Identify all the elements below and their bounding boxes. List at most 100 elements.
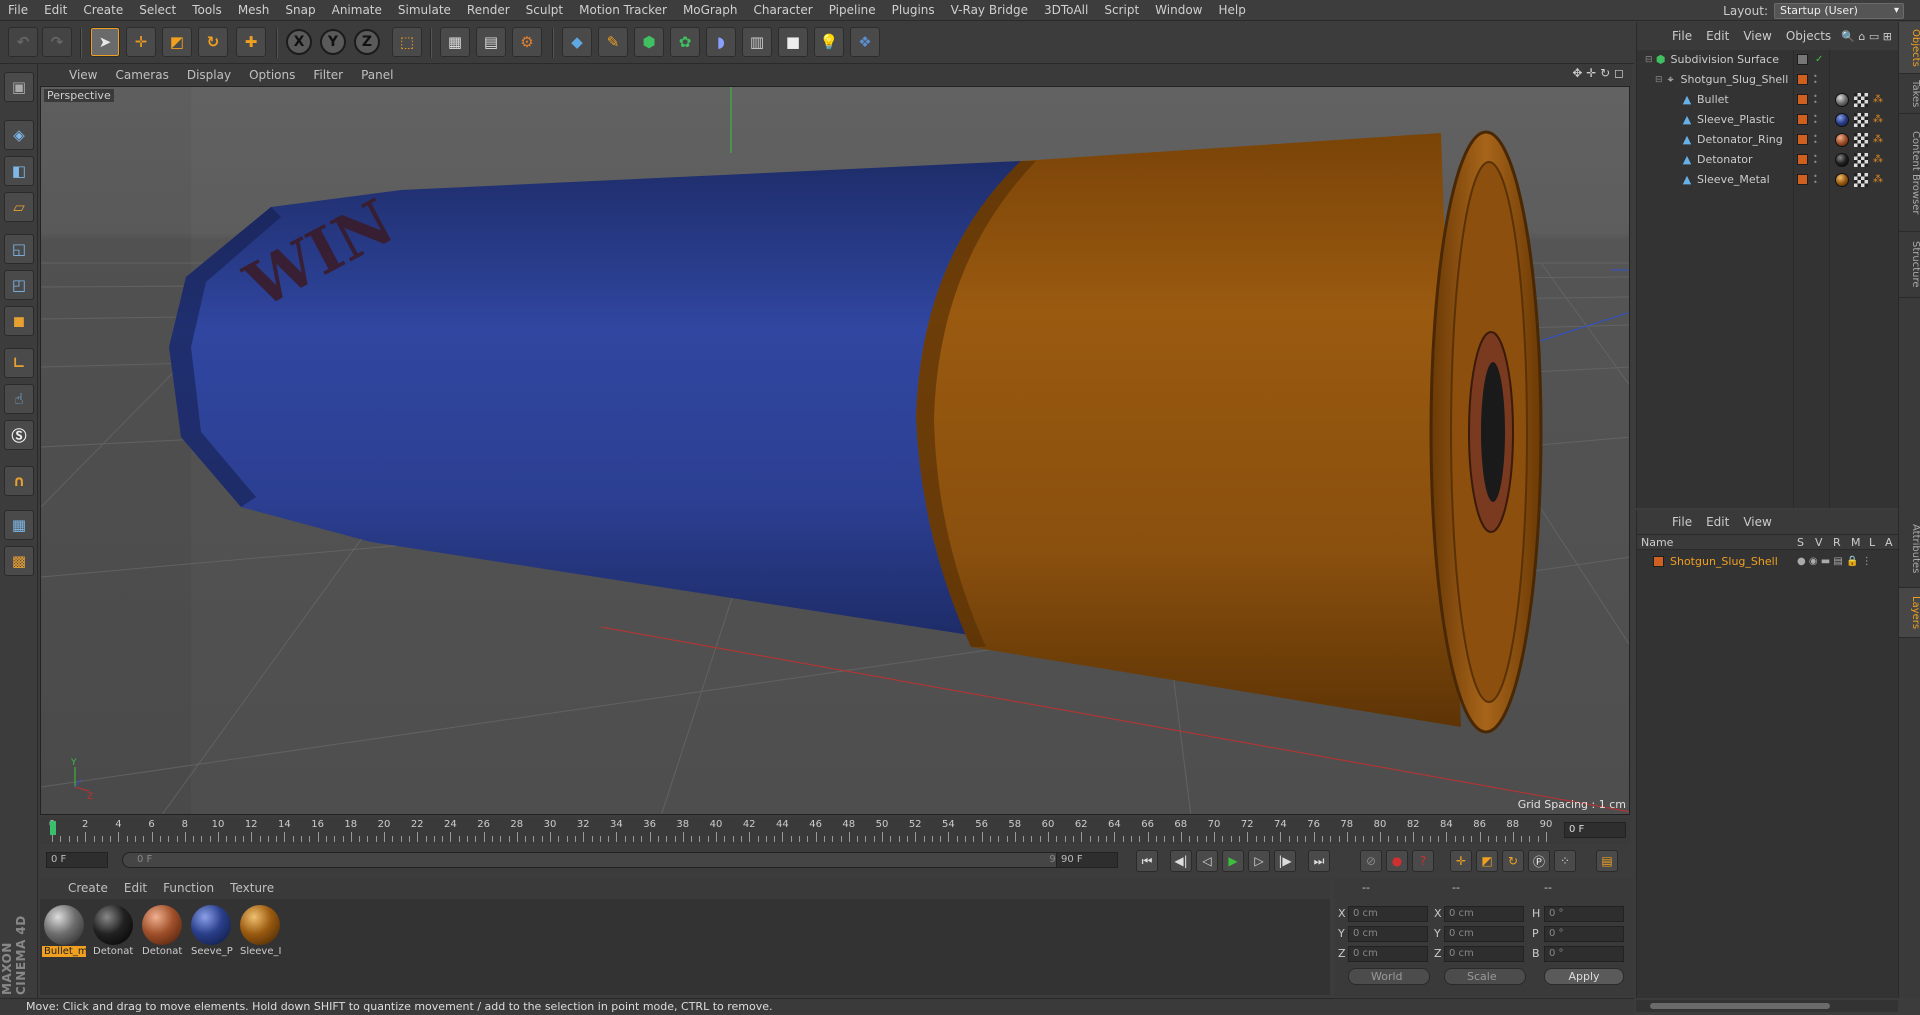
layer-color-box[interactable] [1797,174,1808,185]
viewport-nav-icons[interactable]: ✥ ✛ ↻ ◻ [1572,66,1624,80]
layer-color-box[interactable] [1797,134,1808,145]
selection-tag-icon[interactable]: ⁂ [1873,94,1883,105]
layer-color-box[interactable] [1797,114,1808,125]
coord-system-dropdown[interactable]: World [1348,968,1430,985]
points-mode-icon[interactable]: ◱ [4,234,34,264]
menu-file[interactable]: File [0,3,36,17]
apply-button[interactable]: Apply [1544,968,1624,985]
key-pla-icon[interactable]: ⁘ [1554,850,1576,872]
layer-color-swatch[interactable] [1653,556,1664,567]
python-icon[interactable]: ❖ [850,27,880,57]
subdivision-surface-icon[interactable]: ⬢ [634,27,664,57]
uvw-tag-icon[interactable] [1854,112,1868,127]
viewport-menu-options[interactable]: Options [240,68,304,82]
tab-takes[interactable]: Takes [1899,74,1920,114]
viewport-menu-view[interactable]: View [60,68,106,82]
layer-color-box[interactable] [1797,154,1808,165]
menu-character[interactable]: Character [745,3,820,17]
uvw-tag-icon[interactable] [1854,152,1868,167]
visibility-dots[interactable]: • • [1813,112,1818,126]
frame-range-slider[interactable]: 0 F 90 F [122,852,1086,868]
live-selection-icon[interactable]: ✚ [236,27,266,57]
object-row-sleeve-plastic[interactable]: ▲ Sleeve_Plastic • • ⁂ [1637,110,1899,129]
menu-simulate[interactable]: Simulate [390,3,459,17]
next-frame-icon[interactable]: ▷ [1248,850,1270,872]
floor-scene-icon[interactable]: ▥ [742,27,772,57]
undo-icon[interactable]: ↶ [8,27,38,57]
cloner-icon[interactable]: ✿ [670,27,700,57]
play-icon[interactable]: ▶ [1222,850,1244,872]
menu-edit[interactable]: Edit [36,3,75,17]
texture-mode-icon[interactable]: ◧ [4,156,34,186]
previous-frame-icon[interactable]: ◁ [1196,850,1218,872]
light-icon[interactable]: 💡 [814,27,844,57]
coordinate-system-icon[interactable]: ⬚ [392,27,422,57]
material-swatch[interactable]: Detonat [140,903,184,959]
menu-help[interactable]: Help [1210,3,1253,17]
render-settings-icon[interactable]: ⚙ [512,27,542,57]
material-swatch[interactable]: Detonat [91,903,135,959]
viewport-menu-cameras[interactable]: Cameras [106,68,177,82]
object-row-detonator[interactable]: ▲ Detonator • • ⁂ [1637,150,1899,169]
selection-tag-icon[interactable]: ⁂ [1873,174,1883,185]
tab-structure[interactable]: Structure [1899,232,1920,298]
menu-3dtoall[interactable]: 3DToAll [1036,3,1096,17]
go-to-end-icon[interactable]: ⏭ [1308,850,1330,872]
rot-p-field[interactable]: 0 ° [1544,926,1624,942]
object-row-shotgun-slug-shell[interactable]: ⊟ ⌖ Shotgun_Slug_Shell • • [1637,70,1899,89]
size-z-field[interactable]: 0 cm [1444,946,1524,962]
pos-y-field[interactable]: 0 cm [1348,926,1428,942]
layer-menu-file[interactable]: File [1665,515,1699,529]
polygons-mode-icon[interactable]: ◼ [4,306,34,336]
visibility-dots[interactable]: • • [1813,172,1818,186]
material-tag-icon[interactable] [1835,172,1849,187]
object-menu-objects[interactable]: Objects [1779,29,1838,43]
menu-plugins[interactable]: Plugins [884,3,943,17]
layer-color-box[interactable] [1797,94,1808,105]
material-tag-icon[interactable] [1835,152,1849,167]
y-axis-lock-icon[interactable]: Y [320,29,346,55]
z-axis-lock-icon[interactable]: Z [354,29,380,55]
menu-mesh[interactable]: Mesh [230,3,278,17]
record-keys-icon[interactable]: ⊘ [1360,850,1382,872]
object-manager-tool-icons[interactable]: 🔍 ⌂ ▭ ⊞ [1841,30,1898,43]
selection-tag-icon[interactable]: ⁂ [1873,134,1883,145]
viewport-camera-label[interactable]: Perspective [44,89,114,102]
material-swatch[interactable]: Sleeve_I [238,903,282,959]
key-rotation-icon[interactable]: ↻ [1502,850,1524,872]
render-view-icon[interactable]: ▦ [440,27,470,57]
x-axis-lock-icon[interactable]: X [286,29,312,55]
material-tag-icon[interactable] [1835,112,1849,127]
menu-snap[interactable]: Snap [277,3,323,17]
uvw-tag-icon[interactable] [1854,92,1868,107]
material-swatch[interactable]: Seeve_P [189,903,233,959]
viewport-menu-filter[interactable]: Filter [304,68,352,82]
menu-motion-tracker[interactable]: Motion Tracker [571,3,675,17]
material-tag-icon[interactable] [1835,132,1849,147]
object-row-bullet[interactable]: ▲ Bullet • • ⁂ [1637,90,1899,109]
snap-icon[interactable]: Ⓢ [4,420,34,450]
key-position-icon[interactable]: ✛ [1450,850,1472,872]
material-menu-create[interactable]: Create [60,881,116,895]
object-menu-edit[interactable]: Edit [1699,29,1736,43]
object-menu-file[interactable]: File [1665,29,1699,43]
timeline-ruler[interactable]: 0246810121416182022242628303234363840424… [40,818,1630,844]
uvw-tag-icon[interactable] [1854,172,1868,187]
menu-render[interactable]: Render [459,3,518,17]
right-panel-scrollbar[interactable] [1636,1000,1898,1012]
tweak-mode-icon[interactable]: ☝ [4,384,34,414]
key-scale-icon[interactable]: ◩ [1476,850,1498,872]
visibility-dots[interactable]: • • [1813,132,1818,146]
pos-x-field[interactable]: 0 cm [1348,906,1428,922]
key-parameter-icon[interactable]: Ⓟ [1528,850,1550,872]
material-menu-function[interactable]: Function [155,881,222,895]
next-key-icon[interactable]: |▶ [1274,850,1296,872]
enabled-check-icon[interactable]: ✓ [1815,54,1823,64]
go-to-start-icon[interactable]: ⏮ [1136,850,1158,872]
visibility-dots[interactable]: • • [1813,72,1818,86]
3d-viewport[interactable]: WIN Y Z [40,86,1630,815]
size-y-field[interactable]: 0 cm [1444,926,1524,942]
layer-row[interactable]: Shotgun_Slug_Shell ● ◉ ▬ ▤ 🔒 ⋮ [1637,552,1899,571]
menu-tools[interactable]: Tools [184,3,230,17]
menu-select[interactable]: Select [131,3,184,17]
